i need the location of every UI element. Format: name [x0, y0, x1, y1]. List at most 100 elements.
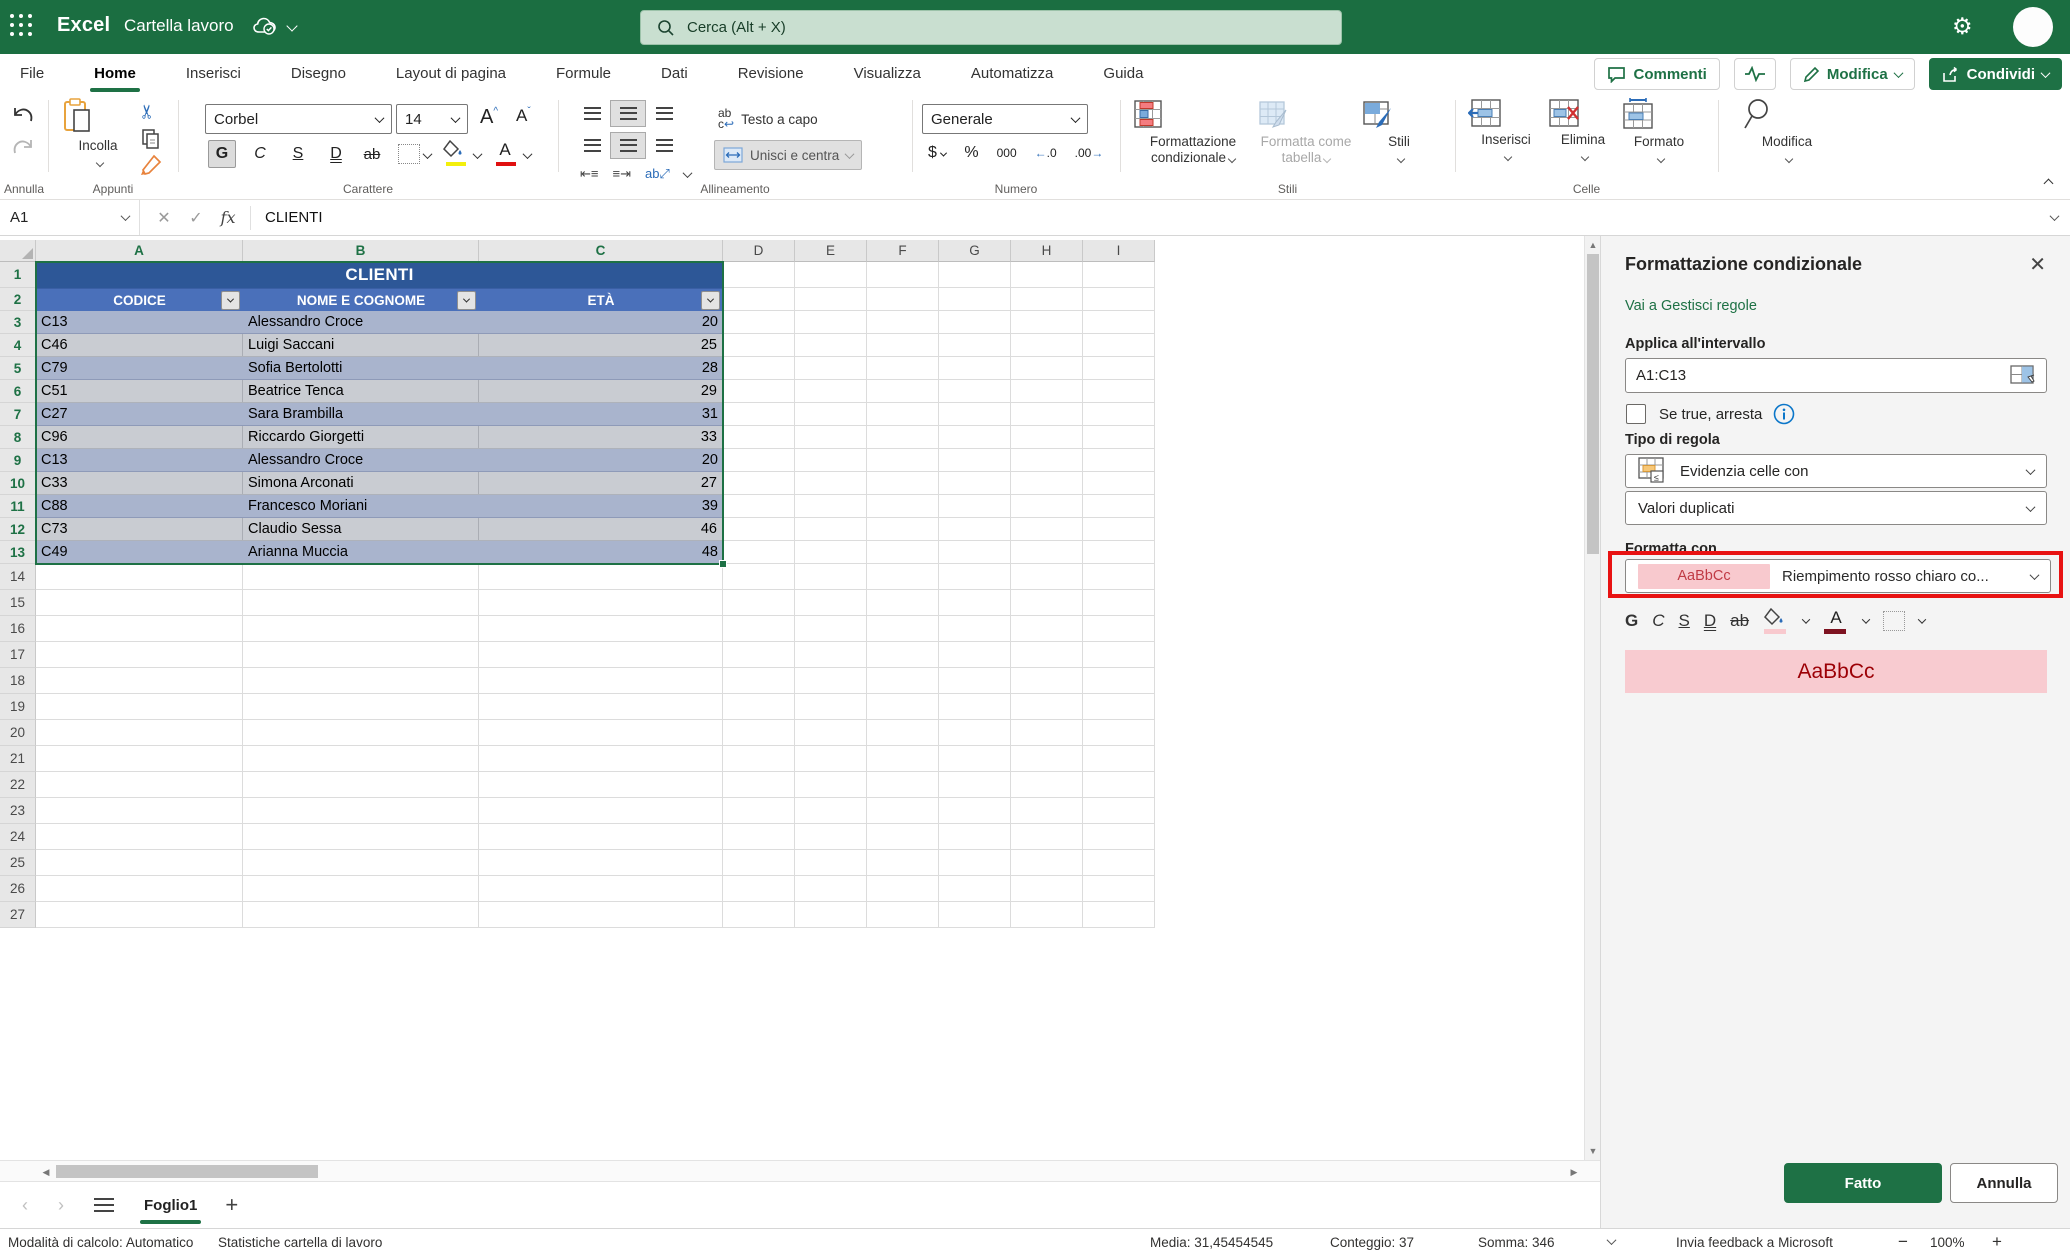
tab-visualizza[interactable]: Visualizza: [852, 61, 923, 86]
cell-D12[interactable]: [723, 518, 795, 541]
nome-cell[interactable]: Sofia Bertolotti: [243, 357, 479, 379]
cell-I10[interactable]: [1083, 472, 1155, 495]
row-header-2[interactable]: 2: [0, 288, 36, 311]
row-header-11[interactable]: 11: [0, 495, 36, 518]
column-header-b[interactable]: B: [243, 240, 479, 262]
document-menu-chevron-icon[interactable]: [286, 20, 297, 31]
cell-I17[interactable]: [1083, 642, 1155, 668]
cancel-button[interactable]: Annulla: [1950, 1163, 2058, 1203]
cell-I6[interactable]: [1083, 380, 1155, 403]
row-header-22[interactable]: 22: [0, 772, 36, 798]
cell-D27[interactable]: [723, 902, 795, 928]
codice-cell[interactable]: C46: [36, 334, 243, 356]
cell-H8[interactable]: [1011, 426, 1083, 449]
cell-C19[interactable]: [479, 694, 723, 720]
cell-B17[interactable]: [243, 642, 479, 668]
cell-C14[interactable]: [479, 564, 723, 590]
font-color-icon[interactable]: A: [492, 140, 518, 168]
cell-F21[interactable]: [867, 746, 939, 772]
nome-cell[interactable]: Claudio Sessa: [243, 518, 479, 540]
cell-E15[interactable]: [795, 590, 867, 616]
nome-cell[interactable]: Simona Arconati: [243, 472, 479, 494]
row-header-12[interactable]: 12: [0, 518, 36, 541]
text-orientation-icon[interactable]: ab⤢: [645, 166, 670, 182]
row-header-23[interactable]: 23: [0, 798, 36, 824]
confirm-entry-icon[interactable]: ✓: [180, 208, 212, 228]
cell-D14[interactable]: [723, 564, 795, 590]
vertical-scroll-thumb[interactable]: [1587, 254, 1599, 554]
eta-cell[interactable]: 29: [479, 380, 723, 402]
cell-C25[interactable]: [479, 850, 723, 876]
row-header-19[interactable]: 19: [0, 694, 36, 720]
range-picker-icon[interactable]: [2010, 365, 2036, 386]
nome-cell[interactable]: Riccardo Giorgetti: [243, 426, 479, 448]
cell-C17[interactable]: [479, 642, 723, 668]
cell-C16[interactable]: [479, 616, 723, 642]
tab-inserisci[interactable]: Inserisci: [184, 61, 243, 86]
cell-F22[interactable]: [867, 772, 939, 798]
cell-A25[interactable]: [36, 850, 243, 876]
cell-I12[interactable]: [1083, 518, 1155, 541]
cell-G19[interactable]: [939, 694, 1011, 720]
decrease-decimal-icon[interactable]: .00→: [1075, 146, 1104, 160]
panel-strikethrough-button[interactable]: ab: [1730, 611, 1749, 631]
cell-F12[interactable]: [867, 518, 939, 541]
cell-F8[interactable]: [867, 426, 939, 449]
column-header-f[interactable]: F: [867, 240, 939, 262]
column-header-e[interactable]: E: [795, 240, 867, 262]
cell-E4[interactable]: [795, 334, 867, 357]
cell-I20[interactable]: [1083, 720, 1155, 746]
borders-icon[interactable]: [398, 144, 420, 164]
cell-G3[interactable]: [939, 311, 1011, 334]
cell-C21[interactable]: [479, 746, 723, 772]
paste-button[interactable]: Incolla: [62, 98, 134, 170]
cell-H4[interactable]: [1011, 334, 1083, 357]
cell-G4[interactable]: [939, 334, 1011, 357]
select-all-corner[interactable]: [0, 240, 36, 262]
cell-E19[interactable]: [795, 694, 867, 720]
cell-D23[interactable]: [723, 798, 795, 824]
font-color-chevron-icon[interactable]: [523, 149, 533, 159]
cell-G27[interactable]: [939, 902, 1011, 928]
cell-H23[interactable]: [1011, 798, 1083, 824]
cell-E16[interactable]: [795, 616, 867, 642]
undo-button[interactable]: [10, 104, 36, 126]
panel-font-color-chevron-icon[interactable]: [1862, 615, 1870, 623]
filter-button-età[interactable]: [701, 291, 720, 310]
cell-F11[interactable]: [867, 495, 939, 518]
cell-E27[interactable]: [795, 902, 867, 928]
cell-G12[interactable]: [939, 518, 1011, 541]
panel-borders-icon[interactable]: [1883, 611, 1905, 631]
cell-D22[interactable]: [723, 772, 795, 798]
cell-C24[interactable]: [479, 824, 723, 850]
rule-type-dropdown[interactable]: ≤ Evidenzia celle con: [1625, 454, 2047, 488]
cell-F2[interactable]: [867, 288, 939, 311]
table-header-età[interactable]: ETÀ: [479, 289, 723, 311]
cell-D7[interactable]: [723, 403, 795, 426]
row-header-16[interactable]: 16: [0, 616, 36, 642]
cell-G24[interactable]: [939, 824, 1011, 850]
cell-B22[interactable]: [243, 772, 479, 798]
cell-A15[interactable]: [36, 590, 243, 616]
cell-E8[interactable]: [795, 426, 867, 449]
cell-I13[interactable]: [1083, 541, 1155, 564]
cell-D13[interactable]: [723, 541, 795, 564]
nome-cell[interactable]: Sara Brambilla: [243, 403, 479, 425]
row-header-3[interactable]: 3: [0, 311, 36, 334]
row-header-15[interactable]: 15: [0, 590, 36, 616]
row-header-18[interactable]: 18: [0, 668, 36, 694]
cell-F17[interactable]: [867, 642, 939, 668]
zoom-level[interactable]: 100%: [1930, 1235, 1965, 1250]
cell-F13[interactable]: [867, 541, 939, 564]
panel-borders-chevron-icon[interactable]: [1918, 615, 1926, 623]
cell-I7[interactable]: [1083, 403, 1155, 426]
cell-I22[interactable]: [1083, 772, 1155, 798]
account-avatar[interactable]: [2013, 7, 2053, 47]
cell-E20[interactable]: [795, 720, 867, 746]
cell-A23[interactable]: [36, 798, 243, 824]
settings-gear-icon[interactable]: ⚙: [1952, 12, 1973, 40]
all-sheets-menu-icon[interactable]: [94, 1198, 114, 1212]
selection-fill-handle[interactable]: [719, 560, 727, 568]
cell-H15[interactable]: [1011, 590, 1083, 616]
cell-H21[interactable]: [1011, 746, 1083, 772]
